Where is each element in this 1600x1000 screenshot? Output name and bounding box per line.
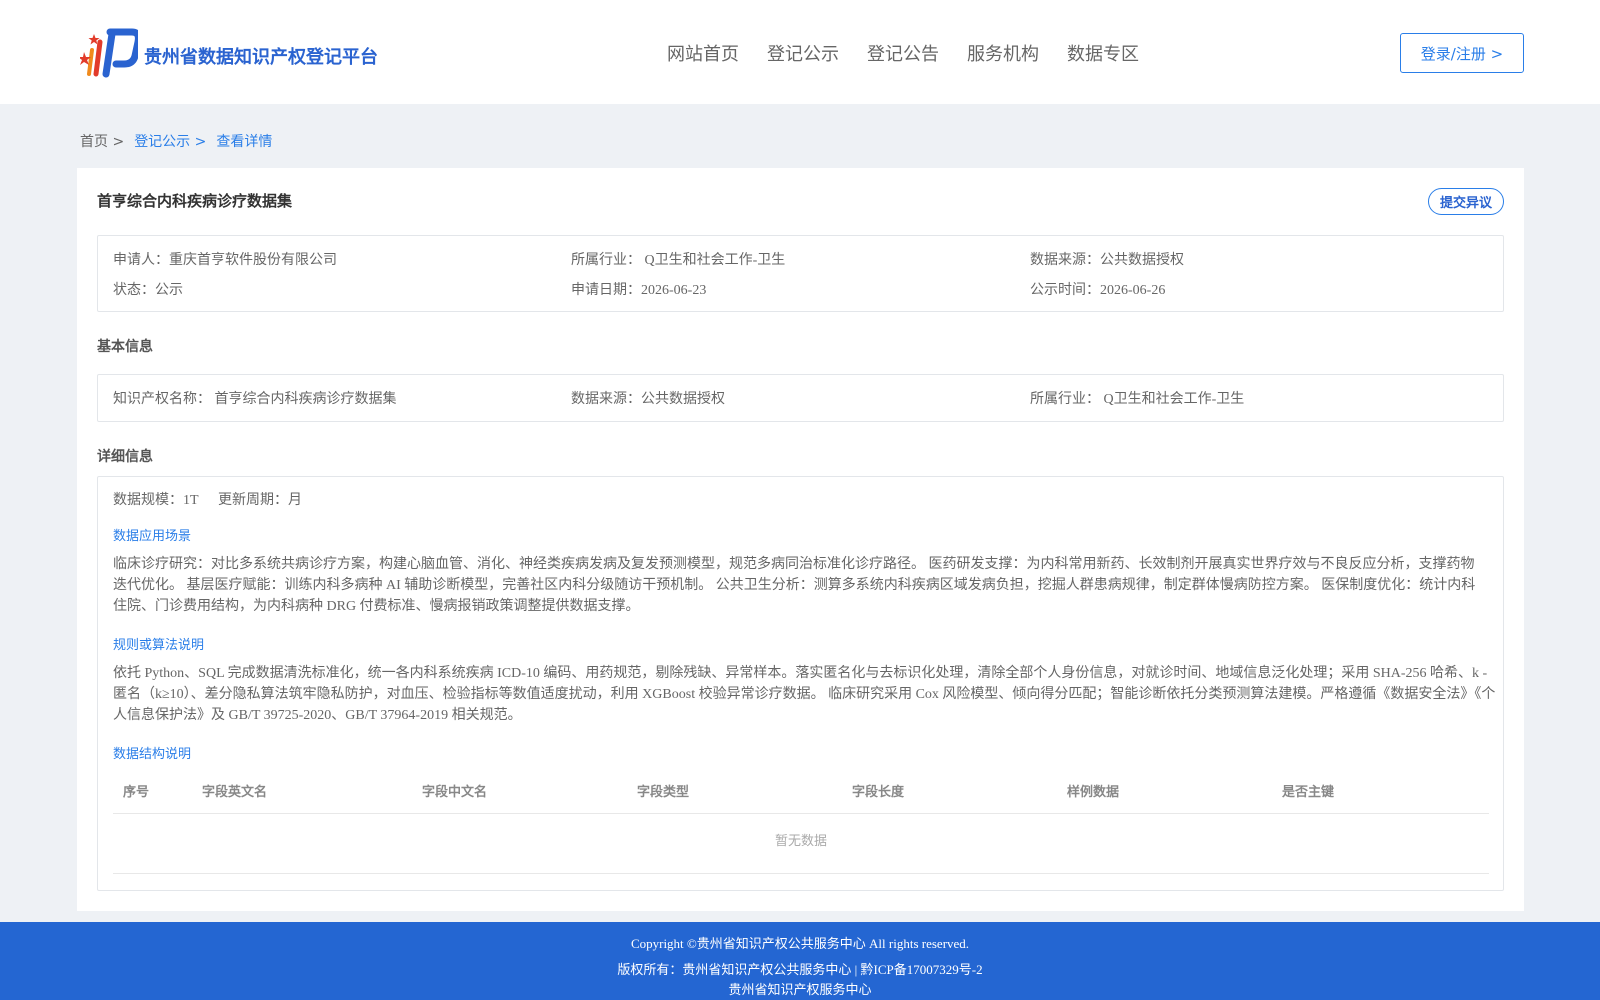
breadcrumb-publicity[interactable]: 登记公示 > (134, 131, 206, 151)
col-field-cn: 字段中文名 (422, 785, 488, 800)
nav-registration-announcement[interactable]: 登记公告 (867, 40, 939, 66)
col-primary-key: 是否主键 (1282, 785, 1335, 800)
table-empty-state: 暂无数据 (113, 814, 1489, 874)
structure-heading: 数据结构说明 (113, 747, 192, 762)
footer-copyright: Copyright ©贵州省知识产权公共服务中心 All rights rese… (630, 936, 970, 951)
submit-objection-button[interactable]: 提交异议 (1428, 188, 1504, 215)
scenario-text: 临床诊疗研究：对比多系统共病诊疗方案，构建心脑血管、消化、神经类疾病发病及复发预… (113, 557, 1476, 614)
nav-service-agencies[interactable]: 服务机构 (967, 40, 1039, 66)
col-field-en: 字段英文名 (202, 785, 268, 800)
basic-info-heading: 基本信息 (97, 339, 153, 355)
basic-data-source-text: 数据来源：公共数据授权 (571, 392, 725, 407)
nav-data-zone[interactable]: 数据专区 (1067, 40, 1139, 66)
detail-info-box: 数据规模：1T 更新周期：月 数据应用场景 临床诊疗研究：对比多系统共病诊疗方案… (97, 476, 1504, 891)
publish-date-text: 公示时间：2026-06-26 (1030, 283, 1166, 298)
ip-name-text: 知识产权名称： 首亨综合内科疾病诊疗数据集 (113, 392, 397, 407)
nav-home[interactable]: 网站首页 (667, 40, 739, 66)
industry-text: 所属行业： Q卫生和社会工作-卫生 (571, 253, 786, 268)
breadcrumb-home[interactable]: 首页 > (80, 131, 124, 151)
page-title: 首亨综合内科疾病诊疗数据集 (97, 192, 293, 210)
col-index: 序号 (123, 785, 150, 800)
detail-info-heading: 详细信息 (97, 449, 153, 465)
algorithm-text: 依托 Python、SQL 完成数据清洗标准化，统一各内科系统疾病 ICD-10… (113, 666, 1496, 723)
footer-org: 贵州省知识产权服务中心 (728, 982, 872, 997)
algorithm-heading: 规则或算法说明 (113, 638, 205, 653)
update-cycle-text: 更新周期：月 (218, 493, 302, 508)
main-nav: 网站首页 登记公示 登记公告 服务机构 数据专区 (667, 40, 1167, 66)
data-source-text: 数据来源：公共数据授权 (1030, 253, 1184, 268)
login-register-button[interactable]: 登录/注册 > (1400, 33, 1524, 73)
status-text: 状态：公示 (113, 283, 183, 298)
footer: Copyright ©贵州省知识产权公共服务中心 All rights rese… (0, 922, 1600, 1000)
col-sample: 样例数据 (1067, 785, 1120, 800)
platform-name[interactable]: 贵州省数据知识产权登记平台 (144, 43, 378, 69)
basic-info-box: 知识产权名称： 首亨综合内科疾病诊疗数据集 数据来源：公共数据授权 所属行业： … (97, 374, 1504, 422)
structure-table-header: 序号 字段英文名 字段中文名 字段类型 字段长度 样例数据 是否主键 (113, 772, 1489, 814)
breadcrumb: 首页 > 登记公示 > 查看详情 (80, 131, 282, 151)
data-scale-text: 数据规模：1T (113, 493, 199, 508)
summary-box: 申请人：重庆首亨软件股份有限公司 所属行业： Q卫生和社会工作-卫生 数据来源：… (97, 235, 1504, 312)
basic-industry-text: 所属行业： Q卫生和社会工作-卫生 (1030, 392, 1245, 407)
footer-owner-icp[interactable]: 版权所有：贵州省知识产权公共服务中心 | 黔ICP备17007329号-2 (0, 959, 1600, 978)
nav-registration-publicity[interactable]: 登记公示 (767, 40, 839, 66)
col-field-type: 字段类型 (637, 785, 690, 800)
platform-logo-icon[interactable] (80, 28, 138, 78)
breadcrumb-current: 查看详情 (216, 134, 273, 150)
detail-card: 首亨综合内科疾病诊疗数据集 提交异议 申请人：重庆首亨软件股份有限公司 所属行业… (77, 168, 1524, 911)
apply-date-text: 申请日期：2026-06-23 (571, 283, 707, 298)
top-header: 贵州省数据知识产权登记平台 网站首页 登记公示 登记公告 服务机构 数据专区 登… (0, 0, 1600, 104)
applicant-text: 申请人：重庆首亨软件股份有限公司 (113, 253, 337, 268)
col-field-length: 字段长度 (852, 785, 905, 800)
scenario-heading: 数据应用场景 (113, 529, 192, 544)
